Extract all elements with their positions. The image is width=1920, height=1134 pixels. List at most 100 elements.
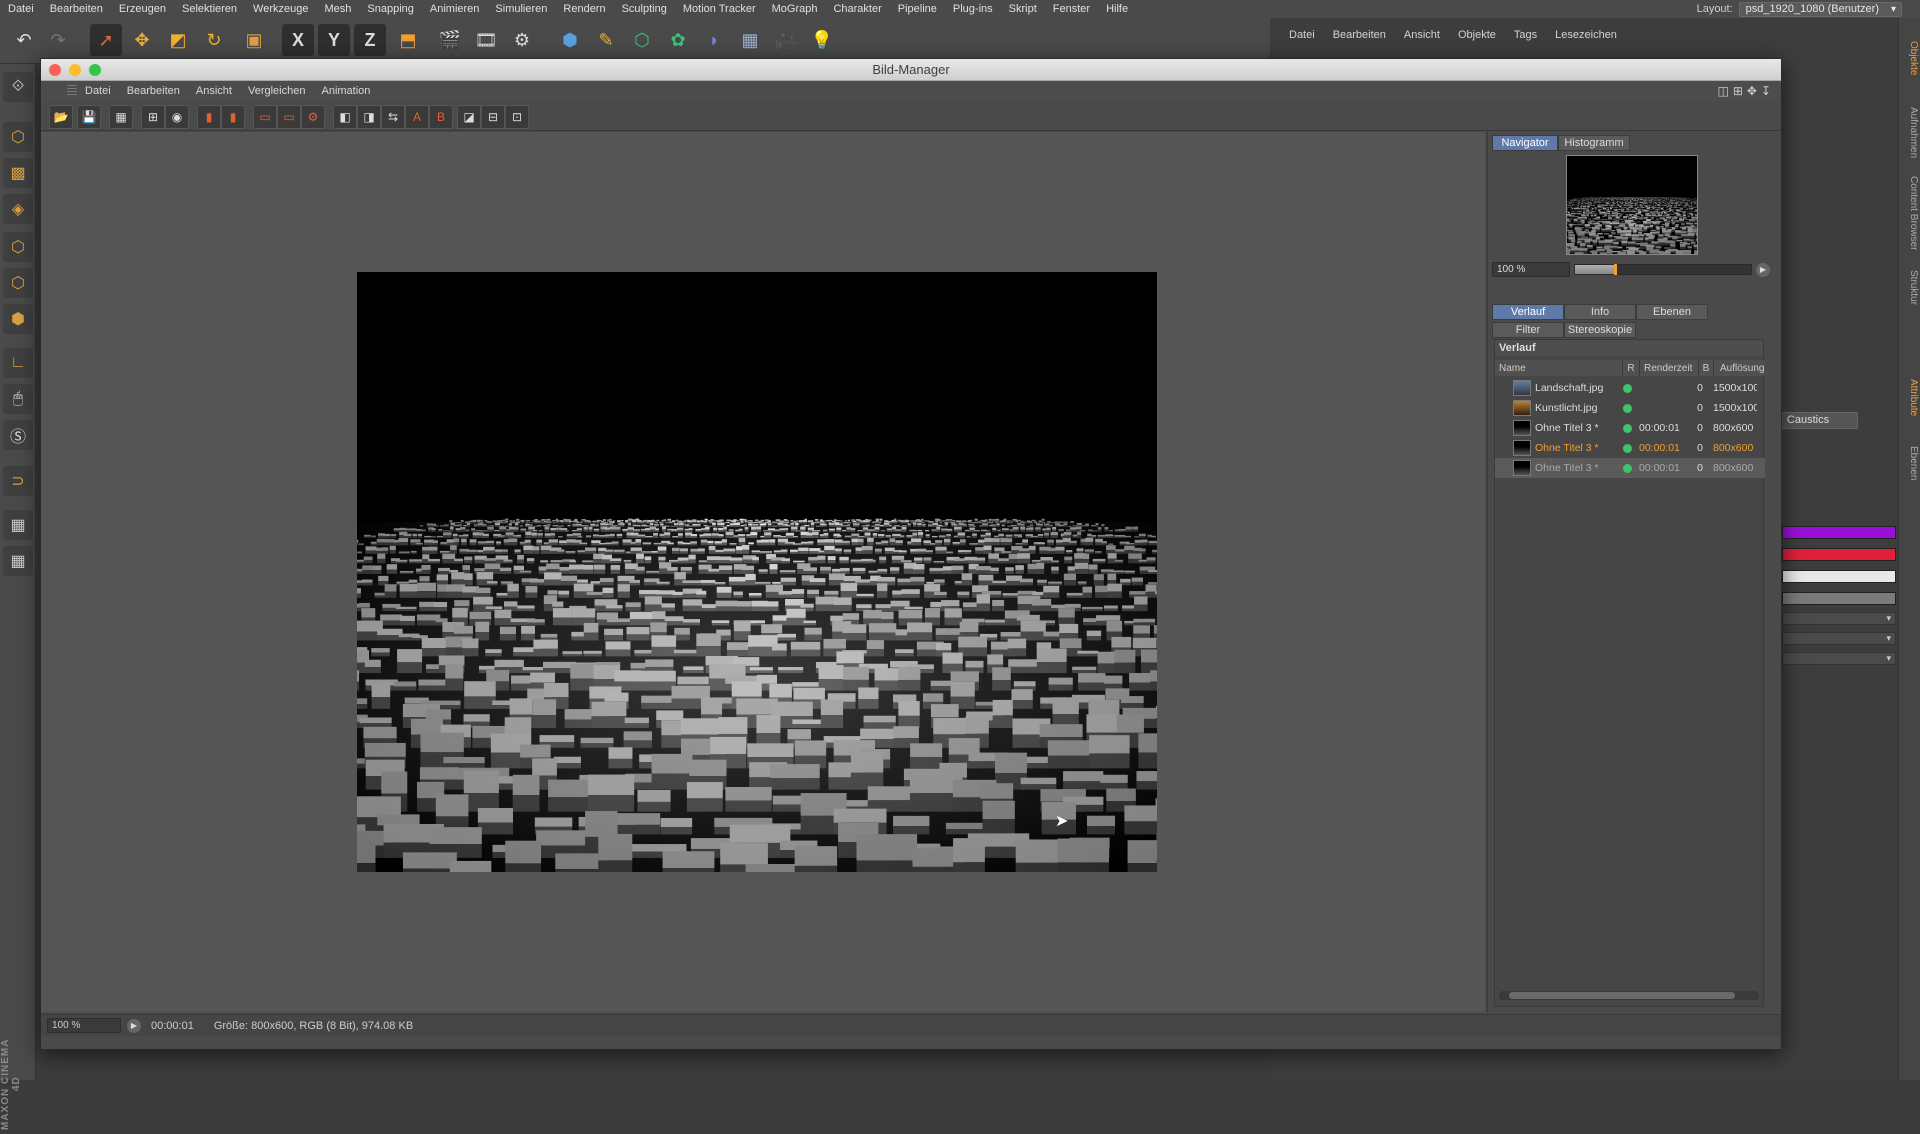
polygons-mode-icon[interactable]: ⬢: [3, 304, 33, 334]
light-icon[interactable]: 💡: [806, 24, 838, 56]
redo-icon[interactable]: ↷: [42, 24, 74, 56]
image-viewport[interactable]: ➤: [41, 132, 1485, 1012]
render-view-icon-bm[interactable]: ▭: [253, 105, 277, 129]
menu-selektieren[interactable]: Selektieren: [174, 0, 245, 18]
points-mode-icon[interactable]: ⬡: [3, 232, 33, 262]
cube-primitive-icon[interactable]: ⬢: [554, 24, 586, 56]
model-mode-icon[interactable]: ⬡: [3, 122, 33, 152]
menu-animieren[interactable]: Animieren: [422, 0, 488, 18]
menu-plug-ins[interactable]: Plug-ins: [945, 0, 1001, 18]
tab-histogramm[interactable]: Histogramm: [1558, 135, 1630, 151]
menu-sculpting[interactable]: Sculpting: [614, 0, 675, 18]
stereo-icon[interactable]: ◪: [457, 105, 481, 129]
move-icon[interactable]: ✥: [126, 24, 158, 56]
live-select-icon[interactable]: ▣: [238, 24, 270, 56]
color-swatch-gray[interactable]: [1782, 592, 1896, 605]
coordinate-system-icon[interactable]: ⬒: [392, 24, 424, 56]
menu-bearbeiten[interactable]: Bearbeiten: [42, 0, 111, 18]
undo-icon[interactable]: ↶: [8, 24, 40, 56]
mograph-cloner-icon[interactable]: ✿: [662, 24, 694, 56]
set-b-icon[interactable]: B: [429, 105, 453, 129]
layout-dropdown[interactable]: psd_1920_1080 (Benutzer): [1739, 2, 1902, 17]
save-image-icon[interactable]: 💾: [77, 105, 101, 129]
bm-menu-bearbeiten[interactable]: Bearbeiten: [119, 85, 188, 97]
attribute-dropdown-3[interactable]: ▾: [1782, 652, 1896, 665]
compare-split-icon[interactable]: ◨: [357, 105, 381, 129]
floor-environment-icon[interactable]: ▦: [734, 24, 766, 56]
window-titlebar[interactable]: Bild-Manager: [41, 59, 1781, 81]
magnet-icon[interactable]: ⊃: [3, 466, 33, 496]
menu-hilfe[interactable]: Hilfe: [1098, 0, 1136, 18]
menu-werkzeuge[interactable]: Werkzeuge: [245, 0, 316, 18]
scale-icon[interactable]: ◩: [162, 24, 194, 56]
om-menu-lesezeichen[interactable]: Lesezeichen: [1546, 29, 1626, 41]
panel-layout-icons[interactable]: ◫⊞✥↧: [1717, 84, 1775, 98]
om-menu-tags[interactable]: Tags: [1505, 29, 1546, 41]
attribute-dropdown-1[interactable]: ▾: [1782, 612, 1896, 625]
tab-content-browser[interactable]: Content Browser: [1901, 168, 1919, 258]
texture-mode-icon[interactable]: ▩: [3, 158, 33, 188]
zoom-view-icon[interactable]: ◉: [165, 105, 189, 129]
render-active-object-icon[interactable]: ▭: [277, 105, 301, 129]
bm-menu-vergleichen[interactable]: Vergleichen: [240, 85, 314, 97]
menu-erzeugen[interactable]: Erzeugen: [111, 0, 174, 18]
tab-navigator[interactable]: Navigator: [1492, 135, 1558, 151]
render-region-icon[interactable]: ▮: [221, 105, 245, 129]
menu-charakter[interactable]: Charakter: [825, 0, 889, 18]
om-menu-ansicht[interactable]: Ansicht: [1395, 29, 1449, 41]
grid-view-icon[interactable]: ▦: [109, 105, 133, 129]
tweak-mode-icon[interactable]: 🖱: [3, 384, 33, 414]
open-image-icon[interactable]: 📂: [49, 105, 73, 129]
color-swatch-red[interactable]: [1782, 548, 1896, 561]
render-settings-icon[interactable]: ⚙: [506, 24, 538, 56]
om-menu-objekte[interactable]: Objekte: [1449, 29, 1505, 41]
tab-aufnahmen[interactable]: Aufnahmen: [1901, 98, 1919, 168]
channel-icon[interactable]: ⊟: [481, 105, 505, 129]
layer-icon[interactable]: ⊡: [505, 105, 529, 129]
bm-menu-datei[interactable]: Datei: [77, 85, 119, 97]
menu-fenster[interactable]: Fenster: [1045, 0, 1098, 18]
tab-ebenen[interactable]: Ebenen: [1901, 438, 1919, 488]
render-view-icon[interactable]: 🎬: [434, 24, 466, 56]
axis-x-button[interactable]: X: [282, 24, 314, 56]
color-swatch-white[interactable]: [1782, 570, 1896, 583]
tab-objekte[interactable]: Objekte: [1901, 28, 1919, 88]
subdivision-icon[interactable]: ⬡: [626, 24, 658, 56]
planar-workplane-icon[interactable]: ▦: [3, 546, 33, 576]
attribute-dropdown-2[interactable]: ▾: [1782, 632, 1896, 645]
lock-workplane-icon[interactable]: ▦: [3, 510, 33, 540]
make-editable-icon[interactable]: ⟐: [3, 72, 33, 102]
compare-swap-icon[interactable]: ⇆: [381, 105, 405, 129]
menu-datei[interactable]: Datei: [0, 0, 42, 18]
color-swatch-purple[interactable]: [1782, 526, 1896, 539]
om-menu-datei[interactable]: Datei: [1280, 29, 1324, 41]
set-a-icon[interactable]: A: [405, 105, 429, 129]
compare-ab-icon[interactable]: ◧: [333, 105, 357, 129]
fit-view-icon[interactable]: ⊞: [141, 105, 165, 129]
axis-mode-icon[interactable]: ∟: [3, 348, 33, 378]
render-picture-viewer-icon[interactable]: 🎞: [470, 24, 502, 56]
menu-mesh[interactable]: Mesh: [316, 0, 359, 18]
workplane-icon[interactable]: ◈: [3, 194, 33, 224]
tab-struktur[interactable]: Struktur: [1901, 263, 1919, 313]
menu-rendern[interactable]: Rendern: [555, 0, 613, 18]
snapping-icon[interactable]: Ⓢ: [3, 420, 33, 450]
axis-y-button[interactable]: Y: [318, 24, 350, 56]
menu-motion-tracker[interactable]: Motion Tracker: [675, 0, 764, 18]
stop-render-icon[interactable]: ▮: [197, 105, 221, 129]
om-menu-bearbeiten[interactable]: Bearbeiten: [1324, 29, 1395, 41]
menu-pipeline[interactable]: Pipeline: [890, 0, 945, 18]
axis-z-button[interactable]: Z: [354, 24, 386, 56]
menu-simulieren[interactable]: Simulieren: [487, 0, 555, 18]
edges-mode-icon[interactable]: ⬡: [3, 268, 33, 298]
navigator-thumbnail[interactable]: [1566, 155, 1698, 255]
pen-spline-icon[interactable]: ✎: [590, 24, 622, 56]
rendered-image[interactable]: [357, 272, 1157, 872]
bm-menu-ansicht[interactable]: Ansicht: [188, 85, 240, 97]
render-settings-icon-bm[interactable]: ⚙: [301, 105, 325, 129]
menu-snapping[interactable]: Snapping: [359, 0, 422, 18]
tab-attribute[interactable]: Attribute: [1901, 368, 1919, 428]
select-arrow-icon[interactable]: ➚: [90, 24, 122, 56]
rotate-icon[interactable]: ↻: [198, 24, 230, 56]
bm-menu-animation[interactable]: Animation: [313, 85, 378, 97]
